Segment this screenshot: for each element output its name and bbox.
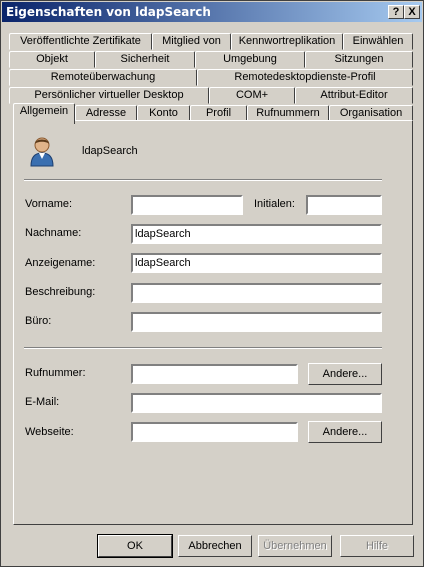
cancel-button[interactable]: Abbrechen: [178, 535, 252, 557]
tab-einwaehlen[interactable]: Einwählen: [343, 33, 413, 50]
properties-dialog: Eigenschaften von ldapSearch ? X Veröffe…: [0, 0, 424, 567]
display-name-header: ldapSearch: [82, 145, 138, 157]
tab-allgemein[interactable]: Allgemein: [13, 103, 75, 124]
tab-attribut-editor[interactable]: Attribut-Editor: [295, 87, 413, 104]
separator-top: [24, 179, 382, 181]
webseite-andere-button[interactable]: Andere...: [308, 421, 382, 443]
apply-button[interactable]: Übernehmen: [258, 535, 332, 557]
beschreibung-input[interactable]: [131, 283, 382, 303]
tab-objekt[interactable]: Objekt: [9, 51, 95, 68]
title-bar: Eigenschaften von ldapSearch ? X: [2, 2, 422, 22]
user-icon: [28, 135, 56, 167]
vorname-label: Vorname:: [25, 198, 73, 210]
general-panel: ldapSearch Vorname: Initialen: Nachname:…: [13, 120, 413, 525]
beschreibung-label: Beschreibung:: [25, 286, 96, 298]
webseite-input[interactable]: [131, 422, 298, 442]
tab-com-plus[interactable]: COM+: [209, 87, 295, 104]
rufnummer-label: Rufnummer:: [25, 367, 86, 379]
tab-sicherheit[interactable]: Sicherheit: [95, 51, 195, 68]
rufnummer-andere-button[interactable]: Andere...: [308, 363, 382, 385]
ok-button[interactable]: OK: [97, 534, 173, 558]
tab-remoteueberwachung[interactable]: Remoteüberwachung: [9, 69, 197, 86]
tab-umgebung[interactable]: Umgebung: [195, 51, 305, 68]
rufnummer-input[interactable]: [131, 364, 298, 384]
tab-sitzungen[interactable]: Sitzungen: [305, 51, 413, 68]
nachname-input[interactable]: ldapSearch: [131, 224, 382, 244]
buero-label: Büro:: [25, 315, 52, 327]
separator-middle: [24, 347, 382, 349]
tab-persoenlicher-virtueller-desktop[interactable]: Persönlicher virtueller Desktop: [9, 87, 209, 104]
anzeigename-label: Anzeigename:: [25, 257, 96, 269]
tab-veroeffentlichte-zertifikate[interactable]: Veröffentlichte Zertifikate: [9, 33, 152, 50]
email-label: E-Mail:: [25, 396, 60, 408]
help-title-button[interactable]: ?: [388, 5, 404, 19]
vorname-input[interactable]: [131, 195, 243, 215]
tab-mitglied-von[interactable]: Mitglied von: [152, 33, 231, 50]
webseite-label: Webseite:: [25, 426, 74, 438]
initialen-input[interactable]: [306, 195, 382, 215]
window-title: Eigenschaften von ldapSearch: [6, 5, 211, 19]
buero-input[interactable]: [131, 312, 382, 332]
tab-remotedesktopdienste-profil[interactable]: Remotedesktopdienste-Profil: [197, 69, 413, 86]
nachname-label: Nachname:: [25, 227, 82, 239]
initialen-label: Initialen:: [254, 198, 295, 210]
anzeigename-input[interactable]: ldapSearch: [131, 253, 382, 273]
tab-kennwortreplikation[interactable]: Kennwortreplikation: [231, 33, 343, 50]
email-input[interactable]: [131, 393, 382, 413]
help-button[interactable]: Hilfe: [340, 535, 414, 557]
close-button[interactable]: X: [404, 5, 420, 19]
